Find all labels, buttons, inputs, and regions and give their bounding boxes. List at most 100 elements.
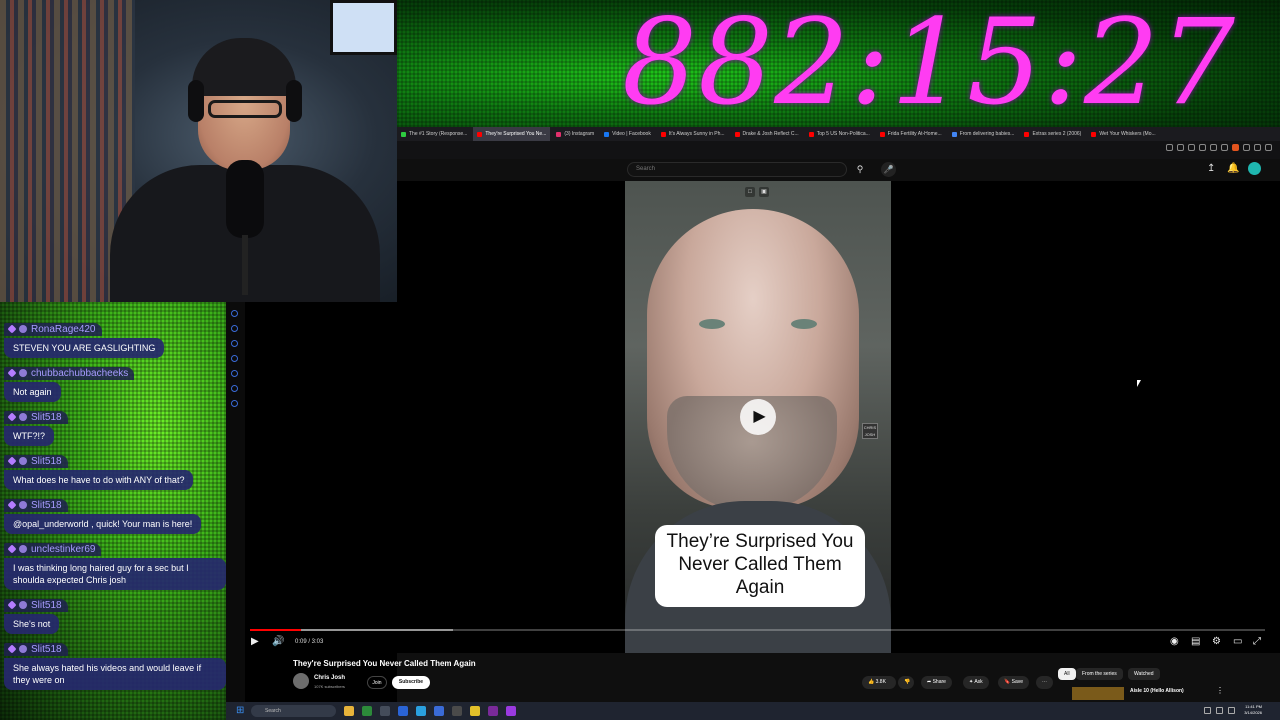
channel-watermark[interactable]: CHRIS JOSH: [862, 423, 878, 439]
join-button[interactable]: Join: [367, 676, 387, 689]
captions-icon[interactable]: ▤: [1191, 634, 1200, 650]
browser-window: The #1 Story (Response... They're Surpris…: [397, 127, 1280, 702]
tray-chevron-icon[interactable]: [1204, 707, 1211, 714]
ask-button[interactable]: ✦ Ask: [963, 676, 989, 689]
channel-name[interactable]: Chris Josh: [314, 675, 345, 681]
filter-chip[interactable]: All: [1058, 668, 1076, 680]
speaker-icon[interactable]: [1228, 707, 1235, 714]
twitch-icon[interactable]: [506, 706, 516, 716]
channel-avatar[interactable]: [293, 673, 309, 689]
tab-favicon-icon: [808, 131, 814, 137]
browser-tab[interactable]: Video | Facebook: [600, 127, 655, 141]
extension-icon[interactable]: [1210, 144, 1217, 151]
share-button[interactable]: ➦ Share: [921, 676, 952, 689]
extension-icon[interactable]: [1177, 144, 1184, 151]
chat-username[interactable]: Slit518: [4, 598, 68, 612]
account-avatar[interactable]: [1248, 162, 1261, 175]
save-button[interactable]: 🔖 Save: [998, 676, 1030, 689]
browser-tab[interactable]: The #1 Story (Response...: [397, 127, 471, 141]
video-player[interactable]: □ ▣ ▶ They’re Surprised You Never Called…: [397, 181, 1280, 653]
strip-icon[interactable]: [231, 385, 238, 392]
network-icon[interactable]: [1216, 707, 1223, 714]
strip-icon[interactable]: [231, 355, 238, 362]
play-overlay-icon[interactable]: ▶: [740, 399, 776, 435]
browser-tab[interactable]: Top 5 US Non-Politica...: [805, 127, 874, 141]
fullscreen-icon[interactable]: ⤢: [1253, 634, 1261, 650]
progress-played: [250, 629, 301, 631]
like-button[interactable]: 👍 3.8K: [862, 676, 896, 689]
extension-icon[interactable]: [1221, 144, 1228, 151]
obs-icon[interactable]: [488, 706, 498, 716]
progress-bar[interactable]: [250, 629, 1265, 631]
app-icon[interactable]: [470, 706, 480, 716]
chat-username[interactable]: Slit518: [4, 642, 68, 656]
chat-username-label: unclestinker69: [31, 543, 96, 555]
search-input[interactable]: Search: [627, 162, 847, 177]
chat-username[interactable]: RonaRage420: [4, 322, 102, 336]
taskbar-search-input[interactable]: Search: [251, 705, 336, 717]
video-frame[interactable]: □ ▣ ▶ They’re Surprised You Never Called…: [625, 181, 891, 653]
dislike-button[interactable]: 👎: [898, 676, 914, 689]
browser-tab[interactable]: Frida Fertility At-Home...: [876, 127, 946, 141]
extension-icon[interactable]: [1243, 144, 1250, 151]
browser-tab[interactable]: Drake & Josh Reflect C...: [731, 127, 803, 141]
subscribe-button[interactable]: Subscribe: [392, 676, 430, 689]
play-icon[interactable]: ▶: [251, 634, 259, 650]
app-icon[interactable]: [380, 706, 390, 716]
chat-username[interactable]: Slit518: [4, 498, 68, 512]
search-icon[interactable]: ⚲: [851, 162, 869, 177]
menu-icon[interactable]: [1265, 144, 1272, 151]
browser-tab[interactable]: (3) Instagram: [552, 127, 598, 141]
strip-icon[interactable]: [231, 370, 238, 377]
subscriber-badge-icon: [7, 456, 17, 466]
chat-username[interactable]: unclestinker69: [4, 542, 102, 556]
chat-username[interactable]: Slit518: [4, 454, 68, 468]
upload-icon[interactable]: ↥: [1207, 163, 1215, 174]
browser-tab[interactable]: It's Always Sunny in Ph...: [657, 127, 729, 141]
extension-icon[interactable]: [1232, 144, 1239, 151]
windows-start-icon[interactable]: ⊞: [236, 706, 245, 716]
pip-icon[interactable]: □: [745, 187, 755, 197]
app-icon[interactable]: [434, 706, 444, 716]
recommended-title[interactable]: Aisle 10 (Hello Allison): [1130, 688, 1184, 694]
browser-tab[interactable]: Wet Your Whiskers (Mo...: [1087, 127, 1159, 141]
chat-username[interactable]: Slit518: [4, 410, 68, 424]
strip-icon[interactable]: [231, 325, 238, 332]
extension-icon[interactable]: [1254, 144, 1261, 151]
extension-icon[interactable]: [1199, 144, 1206, 151]
filter-chip[interactable]: From the series: [1076, 668, 1123, 680]
streamer-glasses: [208, 100, 282, 118]
chat-message: RonaRage420 STEVEN YOU ARE GASLIGHTING: [4, 320, 226, 358]
recommended-thumbnail[interactable]: [1072, 687, 1124, 700]
recommended-menu-icon[interactable]: ⋮: [1216, 686, 1224, 695]
theater-icon[interactable]: ▭: [1233, 634, 1242, 650]
chat-username-label: chubbachubbacheeks: [31, 367, 129, 379]
strip-icon[interactable]: [231, 400, 238, 407]
app-icon[interactable]: [398, 706, 408, 716]
headphone-left: [188, 80, 204, 122]
extension-icon[interactable]: [1166, 144, 1173, 151]
extension-icon[interactable]: [1188, 144, 1195, 151]
more-actions-button[interactable]: ⋯: [1036, 676, 1053, 689]
chat-message-text: STEVEN YOU ARE GASLIGHTING: [4, 338, 165, 358]
miniplayer-icon[interactable]: ▣: [759, 187, 769, 197]
chat-username-label: Slit518: [31, 455, 62, 467]
bell-icon[interactable]: 🔔: [1227, 163, 1239, 174]
autoplay-toggle[interactable]: ◉: [1170, 634, 1179, 650]
voice-search-icon[interactable]: 🎤: [881, 162, 896, 177]
browser-tab[interactable]: Extras series 2 (2006): [1020, 127, 1085, 141]
strip-icon[interactable]: [231, 340, 238, 347]
settings-icon[interactable]: ⚙: [1212, 634, 1221, 650]
strip-icon[interactable]: [231, 310, 238, 317]
system-clock[interactable]: 11:41 PM 3/14/2026: [1244, 704, 1262, 716]
app-icon[interactable]: [452, 706, 462, 716]
telegram-icon[interactable]: [416, 706, 426, 716]
volume-icon[interactable]: 🔊: [272, 634, 284, 650]
file-explorer-icon[interactable]: [344, 706, 354, 716]
browser-tab[interactable]: From delivering babies...: [948, 127, 1019, 141]
browser-tab[interactable]: They're Surprised You Ne...: [473, 127, 551, 141]
tab-favicon-icon: [604, 131, 610, 137]
chat-username[interactable]: chubbachubbacheeks: [4, 366, 135, 380]
xbox-icon[interactable]: [362, 706, 372, 716]
filter-chip[interactable]: Watched: [1128, 668, 1160, 680]
